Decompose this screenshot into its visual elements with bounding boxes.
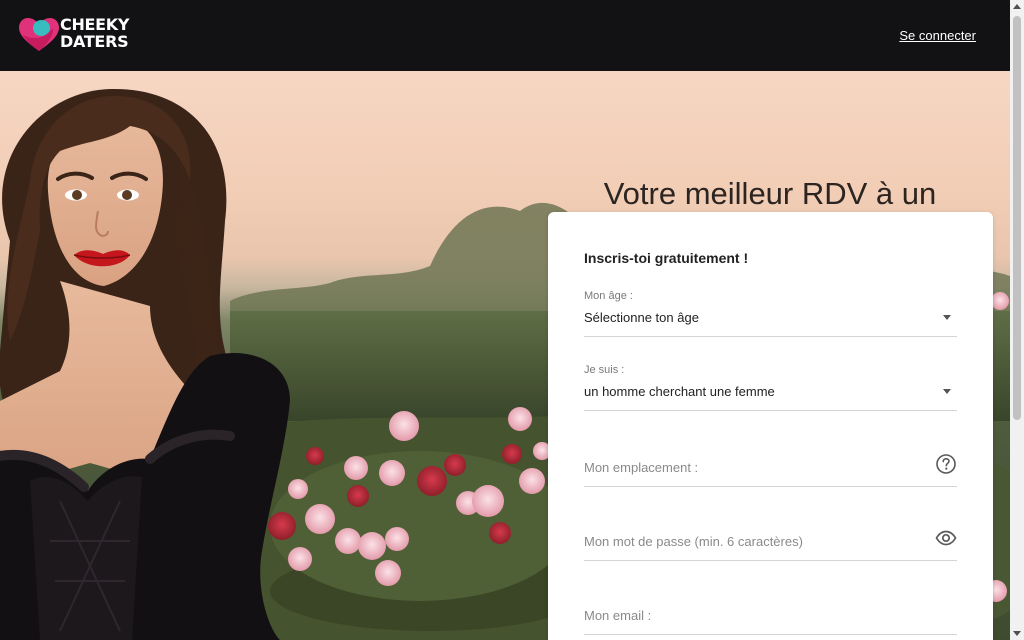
vertical-scrollbar[interactable] (1010, 0, 1024, 640)
email-input-placeholder: Mon email : (584, 608, 652, 623)
age-select[interactable]: Mon âge : Sélectionne ton âge (584, 290, 957, 337)
page: CHEEKY DATERS Se connecter Votre meilleu… (0, 0, 1024, 640)
heart-logo-icon (19, 18, 59, 51)
location-input[interactable]: Mon emplacement : (584, 440, 957, 487)
scroll-down-arrow-icon[interactable] (1013, 631, 1021, 636)
password-input-placeholder: Mon mot de passe (min. 6 caractères) (584, 534, 803, 549)
gender-select-value: un homme cherchant une femme (584, 384, 775, 399)
login-link[interactable]: Se connecter (899, 28, 976, 43)
logo-line-1: CHEEKY (60, 15, 130, 34)
location-input-placeholder: Mon emplacement : (584, 460, 699, 475)
logo-wordmark: CHEEKY DATERS (60, 16, 129, 50)
password-input[interactable]: Mon mot de passe (min. 6 caractères) (584, 514, 957, 561)
age-select-value: Sélectionne ton âge (584, 310, 699, 325)
gender-select-label: Je suis : (584, 364, 625, 376)
logo-line-2: DATERS (60, 32, 129, 51)
gender-select[interactable]: Je suis : un homme cherchant une femme (584, 364, 957, 411)
scrollbar-thumb[interactable] (1013, 16, 1021, 420)
signup-form-card: Inscris-toi gratuitement ! Mon âge : Sél… (548, 212, 993, 640)
top-bar: CHEEKY DATERS Se connecter (0, 0, 1010, 71)
help-icon[interactable] (935, 453, 957, 475)
chevron-down-icon (943, 315, 951, 320)
logo[interactable]: CHEEKY DATERS (18, 16, 130, 56)
email-input[interactable]: Mon email : (584, 588, 957, 635)
chevron-down-icon (943, 389, 951, 394)
eye-icon[interactable] (935, 527, 957, 549)
age-select-label: Mon âge : (584, 290, 633, 302)
signup-form-title: Inscris-toi gratuitement ! (584, 250, 749, 266)
scroll-up-arrow-icon[interactable] (1013, 4, 1021, 9)
